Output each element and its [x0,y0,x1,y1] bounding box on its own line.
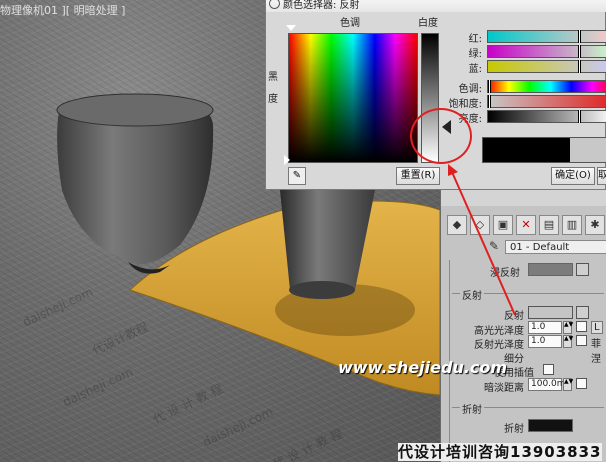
brand-watermark-text: 代设计培训咨询13903833 [398,443,602,461]
site-watermark: www.shejiedu.com [338,358,508,377]
annotation-arrow [448,164,516,316]
brand-watermark: 代设计培训咨询13903833 [398,441,602,462]
